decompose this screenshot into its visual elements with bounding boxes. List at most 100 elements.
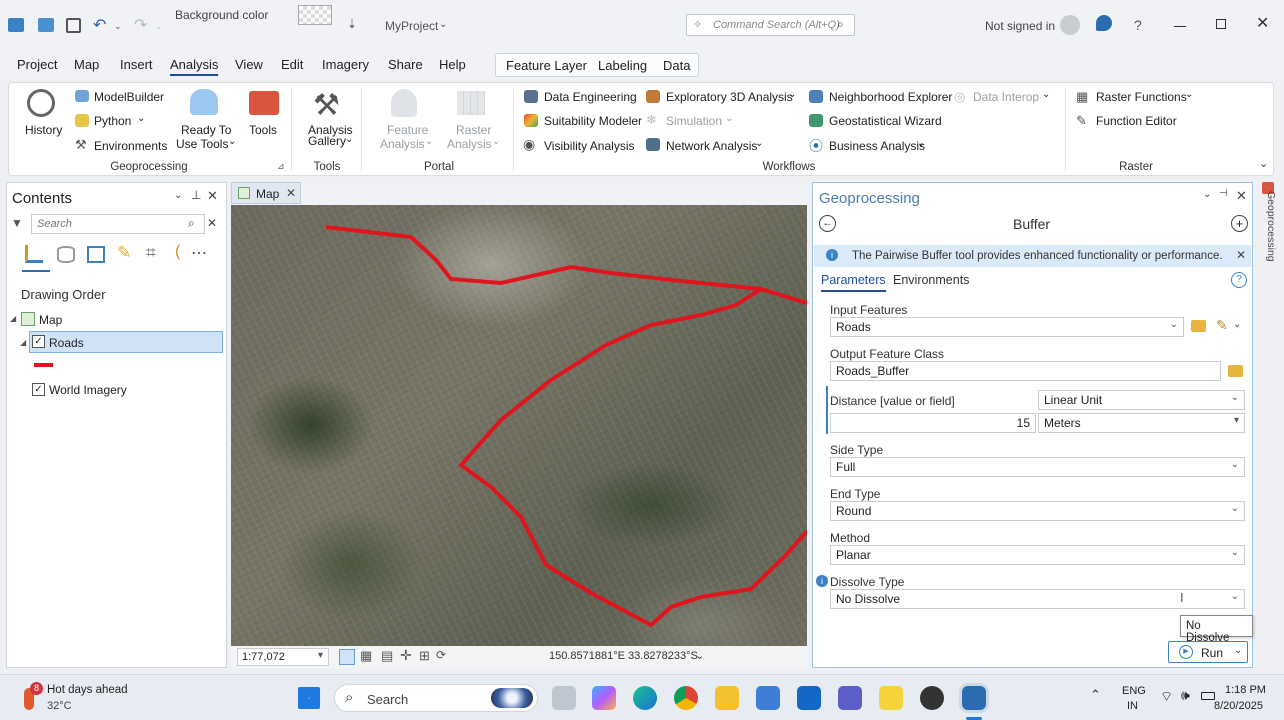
tab-view[interactable]: View <box>235 57 263 72</box>
open-folder-icon[interactable] <box>38 18 54 32</box>
analysis-gallery-dropdown-icon[interactable]: ⌄ <box>345 134 353 145</box>
add-icon[interactable]: + <box>1231 215 1248 232</box>
map-tab-label[interactable]: Map <box>256 187 279 201</box>
suitability-modeler-button[interactable]: Suitability Modeler <box>544 114 642 128</box>
weather-title[interactable]: Hot days ahead <box>47 684 128 696</box>
raster-analysis-label-1[interactable]: Raster <box>456 123 491 137</box>
show-hidden-icons[interactable]: ⌃ <box>1090 687 1101 703</box>
output-feature-class-input[interactable]: Roads_Buffer <box>830 361 1221 381</box>
store-icon[interactable] <box>756 686 780 710</box>
redo-dropdown-icon[interactable]: ⌄ <box>155 21 163 32</box>
language-line-1[interactable]: ENG <box>1122 685 1146 697</box>
exploratory-3d-dropdown-icon[interactable]: ⌄ <box>788 89 796 100</box>
tab-feature-layer[interactable]: Feature Layer <box>506 58 587 73</box>
raster-analysis-dropdown-icon[interactable]: ⌄ <box>492 136 500 147</box>
geoprocessing-side-tab[interactable]: Geoprocessing <box>1258 180 1280 276</box>
back-icon[interactable]: ← <box>819 215 836 232</box>
notifications-icon[interactable] <box>1096 15 1112 31</box>
list-by-editing-icon[interactable]: ✎ <box>117 243 131 263</box>
run-button[interactable]: ▶ Run ⌄ <box>1168 641 1248 663</box>
map-layer-label[interactable]: Map <box>39 313 62 327</box>
filter-icon[interactable]: ▼ <box>11 216 23 230</box>
taskbar-search[interactable]: ⌕ Search <box>334 684 538 712</box>
feature-analysis-label-2[interactable]: Analysis <box>380 137 425 151</box>
clock-date[interactable]: 8/20/2025 <box>1214 700 1263 712</box>
wifi-icon[interactable]: ⌔ <box>1160 688 1173 706</box>
run-dropdown-icon[interactable]: ⌄ <box>1234 645 1242 656</box>
edge-icon[interactable] <box>633 686 657 710</box>
list-by-snapping-icon[interactable]: ⌗ <box>146 243 156 263</box>
pane-options-icon[interactable]: ⌄ <box>1203 189 1211 200</box>
tab-labeling[interactable]: Labeling <box>598 58 647 73</box>
open-project-icon[interactable] <box>8 18 24 32</box>
grid-icon[interactable]: ▦ <box>360 648 372 664</box>
battery-icon[interactable] <box>1201 692 1215 700</box>
roads-checkbox[interactable]: ✓ <box>32 335 45 348</box>
dialog-launcher-icon[interactable]: ⊿ <box>277 161 285 172</box>
expand-roads-icon[interactable]: ◢ <box>20 338 26 347</box>
undo-dropdown-icon[interactable]: ⌄ <box>114 21 122 32</box>
clock-time[interactable]: 1:18 PM <box>1225 684 1266 696</box>
end-type-dropdown[interactable]: Round ⌄ <box>830 501 1245 521</box>
reference-scale-icon[interactable]: ▤ <box>381 648 393 664</box>
python-button[interactable]: Python <box>94 114 131 128</box>
save-icon[interactable] <box>66 18 81 33</box>
browse-folder-icon[interactable] <box>1191 320 1206 332</box>
close-pane-icon[interactable]: ✕ <box>207 188 218 204</box>
project-dropdown-icon[interactable]: ⌄ <box>439 19 447 30</box>
world-imagery-checkbox[interactable]: ✓ <box>32 383 45 396</box>
fixed-zoom-icon[interactable] <box>339 649 355 665</box>
auto-hide-icon[interactable]: ⊣ <box>1219 188 1228 199</box>
map-tab[interactable]: Map ✕ <box>231 182 301 204</box>
data-interop-button[interactable]: Data Interop <box>973 90 1039 104</box>
close-icon[interactable]: ✕ <box>1256 13 1269 33</box>
exploratory-3d-button[interactable]: Exploratory 3D Analysis <box>666 90 793 104</box>
tab-imagery[interactable]: Imagery <box>322 57 369 72</box>
command-search[interactable]: ✧ Command Search (Alt+Q) ⌕ <box>686 14 855 36</box>
contents-search[interactable]: ⌕ <box>31 214 205 234</box>
project-name[interactable]: MyProject <box>385 19 438 33</box>
start-icon[interactable] <box>298 687 320 709</box>
feature-analysis-label-1[interactable]: Feature <box>387 123 428 137</box>
ready-to-use-label-2[interactable]: Use Tools <box>176 137 228 151</box>
task-view-icon[interactable] <box>552 686 576 710</box>
road-line[interactable] <box>458 287 807 628</box>
list-by-source-icon[interactable] <box>57 246 75 263</box>
expand-map-icon[interactable]: ◢ <box>10 314 16 323</box>
modelbuilder-button[interactable]: ModelBuilder <box>94 90 164 104</box>
background-color-picker[interactable] <box>298 5 332 25</box>
tab-data[interactable]: Data <box>663 58 690 73</box>
scale-dropdown[interactable]: 1:77,072 ▾ <box>237 648 329 666</box>
simulation-button[interactable]: Simulation <box>666 114 722 128</box>
python-dropdown-icon[interactable]: ⌄ <box>137 113 145 124</box>
analysis-gallery-label-2[interactable]: Gallery <box>308 134 346 148</box>
method-dropdown[interactable]: Planar ⌄ <box>830 545 1245 565</box>
tab-environments[interactable]: Environments <box>893 273 969 287</box>
tab-share[interactable]: Share <box>388 57 423 72</box>
collapse-ribbon-icon[interactable]: ⌄ <box>1259 157 1268 170</box>
ready-to-use-label-1[interactable]: Ready To <box>181 123 231 137</box>
road-line[interactable] <box>325 225 807 305</box>
business-analysis-button[interactable]: Business Analysis <box>829 139 925 153</box>
distance-unit-dropdown[interactable]: Meters ▾ <box>1038 413 1245 433</box>
data-interop-dropdown-icon[interactable]: ⌄ <box>1042 89 1050 100</box>
list-by-labeling-icon[interactable]: ( <box>175 243 180 261</box>
chrome-icon[interactable] <box>674 686 698 710</box>
function-editor-button[interactable]: Function Editor <box>1096 114 1177 128</box>
distance-type-dropdown[interactable]: Linear Unit ⌄ <box>1038 390 1245 410</box>
close-banner-icon[interactable]: ✕ <box>1236 248 1246 262</box>
volume-icon[interactable]: 🕪 <box>1181 687 1190 704</box>
undo-icon[interactable]: ↶ <box>93 15 106 35</box>
network-analysis-dropdown-icon[interactable]: ⌄ <box>755 138 763 149</box>
raster-analysis-label-2[interactable]: Analysis <box>447 137 492 151</box>
search-options-icon[interactable]: ✕ <box>207 216 217 230</box>
redo-icon[interactable]: ↷ <box>134 15 147 35</box>
roads-layer-label[interactable]: Roads <box>49 336 84 350</box>
contents-search-input[interactable] <box>32 215 172 233</box>
list-by-selection-icon[interactable] <box>87 246 105 263</box>
feature-analysis-dropdown-icon[interactable]: ⌄ <box>425 136 433 147</box>
data-engineering-button[interactable]: Data Engineering <box>544 90 637 104</box>
ready-to-use-dropdown-icon[interactable]: ⌄ <box>228 136 236 147</box>
pause-drawing-icon[interactable]: ⊞ <box>419 648 430 664</box>
browse-folder-icon[interactable] <box>1228 365 1243 377</box>
